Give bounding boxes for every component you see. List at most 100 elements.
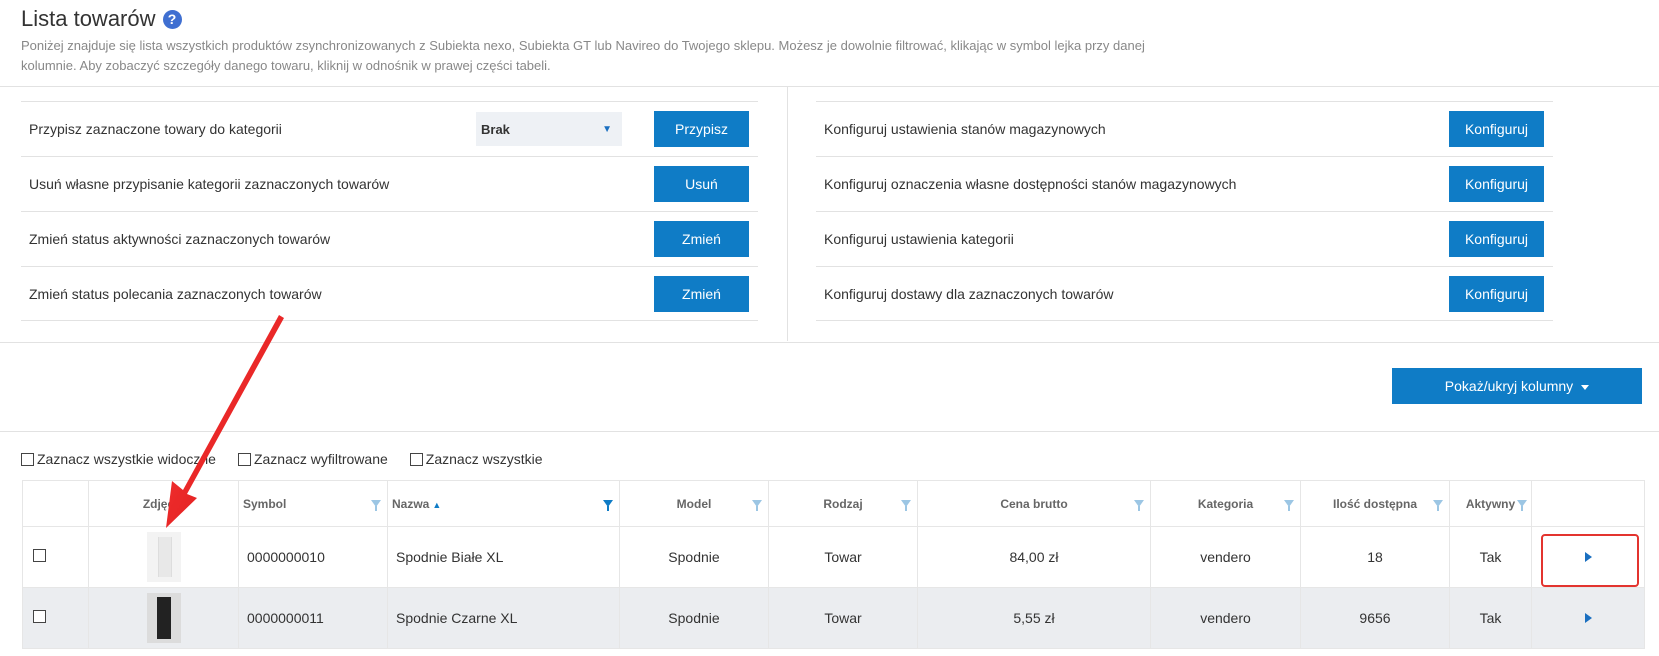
quantity-cell: 18 — [1300, 526, 1450, 588]
header-category[interactable]: Kategoria — [1150, 480, 1301, 527]
type-cell: Towar — [768, 587, 918, 649]
action-label: Usuń własne przypisanie kategorii zaznac… — [29, 176, 390, 192]
header-checkbox-col — [22, 480, 89, 527]
active-cell: Tak — [1449, 526, 1532, 588]
table-row: 0000000011 Spodnie Czarne XL Spodnie Tow… — [22, 587, 1645, 649]
header-quantity[interactable]: Ilość dostępna — [1300, 480, 1450, 527]
action-row-stock-settings: Konfiguruj ustawienia stanów magazynowyc… — [816, 101, 1553, 156]
selection-options: Zaznacz wszystkie widoczne Zaznacz wyfil… — [21, 451, 564, 467]
change-recommend-button[interactable]: Zmień — [654, 276, 749, 312]
filter-icon[interactable] — [901, 500, 911, 511]
row-select-cell — [22, 526, 89, 588]
change-activity-button[interactable]: Zmień — [654, 221, 749, 257]
name-cell: Spodnie Czarne XL — [387, 587, 620, 649]
products-table: Zdjęcie Symbol Nazwa ▲ Model Rodzaj Cena … — [22, 480, 1645, 649]
configure-stock-button[interactable]: Konfiguruj — [1449, 111, 1544, 147]
remove-button[interactable]: Usuń — [654, 166, 749, 202]
action-row-category-settings: Konfiguruj ustawienia kategorii Konfigur… — [816, 211, 1553, 266]
row-select-cell — [22, 587, 89, 649]
details-cell — [1531, 587, 1645, 649]
configure-category-button[interactable]: Konfiguruj — [1449, 221, 1544, 257]
filter-icon[interactable] — [1134, 500, 1144, 511]
header-details-col — [1531, 480, 1645, 527]
checkbox[interactable] — [237, 452, 251, 466]
page-title-text: Lista towarów — [21, 6, 156, 31]
filter-icon[interactable] — [371, 500, 381, 511]
model-cell: Spodnie — [619, 526, 769, 588]
price-cell: 5,55 zł — [917, 587, 1151, 649]
option-label: Zaznacz wszystkie widoczne — [37, 451, 216, 467]
filter-icon[interactable] — [1433, 500, 1443, 511]
caret-down-icon: ▼ — [602, 124, 612, 135]
page-title: Lista towarów ? — [21, 6, 182, 32]
divider — [0, 431, 1659, 432]
page-description: Poniżej znajduje się lista wszystkich pr… — [21, 38, 1145, 73]
action-label: Konfiguruj ustawienia stanów magazynowyc… — [824, 121, 1106, 137]
configure-availability-button[interactable]: Konfiguruj — [1449, 166, 1544, 202]
action-row-change-recommend: Zmień status polecania zaznaczonych towa… — [21, 266, 758, 321]
sort-asc-icon: ▲ — [432, 499, 442, 510]
action-label: Zmień status aktywności zaznaczonych tow… — [29, 231, 331, 247]
action-row-assign-category: Przypisz zaznaczone towary do kategorii … — [21, 101, 758, 156]
caret-down-icon — [1581, 384, 1590, 390]
action-row-remove-category: Usuń własne przypisanie kategorii zaznac… — [21, 156, 758, 211]
name-cell: Spodnie Białe XL — [387, 526, 620, 588]
header-price[interactable]: Cena brutto — [917, 480, 1151, 527]
model-cell: Spodnie — [619, 587, 769, 649]
header-active[interactable]: Aktywny — [1449, 480, 1532, 527]
help-icon[interactable]: ? — [162, 9, 182, 29]
action-row-delivery: Konfiguruj dostawy dla zaznaczonych towa… — [816, 266, 1553, 321]
row-checkbox[interactable] — [33, 549, 46, 562]
category-cell: vendero — [1150, 587, 1301, 649]
checkbox[interactable] — [409, 452, 423, 466]
table-row: 0000000010 Spodnie Białe XL Spodnie Towa… — [22, 526, 1645, 588]
action-row-change-activity: Zmień status aktywności zaznaczonych tow… — [21, 211, 758, 266]
details-arrow-icon[interactable] — [1584, 613, 1592, 623]
filter-icon[interactable] — [603, 500, 613, 511]
action-label: Konfiguruj oznaczenia własne dostępności… — [824, 176, 1237, 192]
assign-button[interactable]: Przypisz — [654, 111, 749, 147]
vertical-divider — [787, 86, 788, 341]
toggle-columns-label: Pokaż/ukryj kolumny — [1444, 378, 1574, 394]
category-select-value: Brak — [481, 122, 510, 137]
action-label: Przypisz zaznaczone towary do kategorii — [29, 121, 282, 137]
action-label: Zmień status polecania zaznaczonych towa… — [29, 286, 322, 302]
header-model[interactable]: Model — [619, 480, 769, 527]
header-type[interactable]: Rodzaj — [768, 480, 918, 527]
annotation-highlight-box — [1541, 534, 1639, 587]
option-label: Zaznacz wyfiltrowane — [253, 451, 388, 467]
checkbox[interactable] — [21, 452, 34, 466]
select-all[interactable]: Zaznacz wszystkie — [409, 451, 543, 467]
divider — [0, 342, 1659, 343]
product-thumbnail — [146, 593, 181, 643]
action-row-availability-labels: Konfiguruj oznaczenia własne dostępności… — [816, 156, 1553, 211]
right-actions-panel: Konfiguruj ustawienia stanów magazynowyc… — [816, 101, 1553, 321]
photo-cell — [88, 526, 239, 588]
select-all-visible[interactable]: Zaznacz wszystkie widoczne — [21, 451, 216, 467]
header-symbol[interactable]: Symbol — [238, 480, 388, 527]
row-checkbox[interactable] — [33, 610, 46, 623]
select-filtered[interactable]: Zaznacz wyfiltrowane — [237, 451, 388, 467]
price-cell: 84,00 zł — [917, 526, 1151, 588]
filter-icon[interactable] — [1517, 500, 1527, 511]
filter-icon[interactable] — [1284, 500, 1294, 511]
filter-icon[interactable] — [752, 500, 762, 511]
product-thumbnail — [146, 532, 181, 582]
symbol-cell: 0000000011 — [238, 587, 388, 649]
active-cell: Tak — [1449, 587, 1532, 649]
category-cell: vendero — [1150, 526, 1301, 588]
left-actions-panel: Przypisz zaznaczone towary do kategorii … — [21, 101, 758, 321]
divider — [0, 86, 1659, 87]
header-name[interactable]: Nazwa ▲ — [387, 480, 620, 527]
action-label: Konfiguruj dostawy dla zaznaczonych towa… — [824, 286, 1114, 302]
configure-delivery-button[interactable]: Konfiguruj — [1449, 276, 1544, 312]
option-label: Zaznacz wszystkie — [425, 451, 543, 467]
type-cell: Towar — [768, 526, 918, 588]
category-select[interactable]: Brak ▼ — [476, 112, 622, 146]
toggle-columns-button[interactable]: Pokaż/ukryj kolumny — [1392, 368, 1642, 404]
header-photo: Zdjęcie — [88, 480, 239, 527]
action-label: Konfiguruj ustawienia kategorii — [824, 231, 1014, 247]
quantity-cell: 9656 — [1300, 587, 1450, 649]
table-header-row: Zdjęcie Symbol Nazwa ▲ Model Rodzaj Cena … — [22, 480, 1645, 527]
symbol-cell: 0000000010 — [238, 526, 388, 588]
